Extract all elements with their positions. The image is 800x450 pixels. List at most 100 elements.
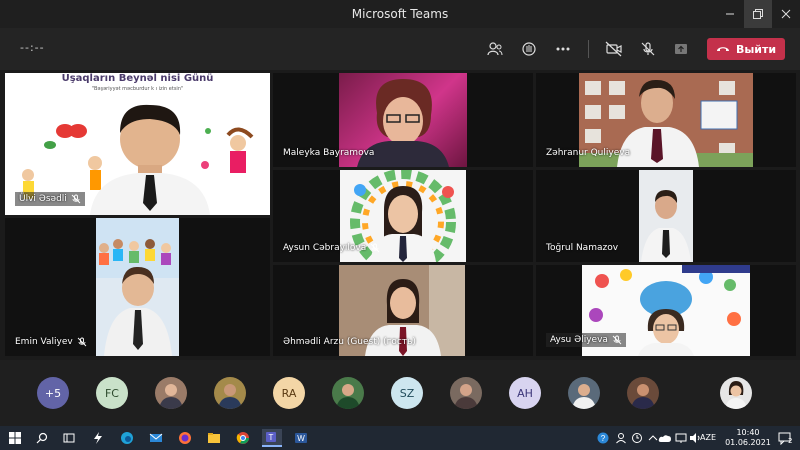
start-button[interactable]	[6, 429, 24, 447]
avatar[interactable]	[155, 377, 187, 409]
video-tile-togrul[interactable]: Toğrul Namazov	[536, 170, 796, 262]
camera-toggle-button[interactable]	[603, 38, 625, 60]
svg-text:T: T	[269, 433, 274, 442]
avatar-photo	[454, 384, 478, 409]
taskbar-app-firefox[interactable]	[176, 429, 194, 447]
avatar-photo	[572, 384, 596, 409]
taskbar-app-edge[interactable]	[118, 429, 136, 447]
meeting-toolbar: --:-- Выйти	[0, 28, 800, 70]
notification-button[interactable]: 2	[776, 429, 794, 447]
windows-icon	[9, 432, 21, 444]
video-tile-zahranur[interactable]: Zəhranur Quliyeva	[536, 73, 796, 167]
folder-icon	[208, 433, 220, 443]
avatar-initials: +5	[44, 386, 62, 400]
lightning-app-icon	[94, 432, 102, 444]
svg-text:W: W	[297, 434, 305, 443]
video-stage: Uşaqların Beynəl nisi Günü "Bəşəriyyət m…	[0, 70, 800, 360]
mic-off-icon	[641, 42, 655, 56]
share-button[interactable]	[670, 38, 692, 60]
more-icon	[556, 47, 570, 51]
participant-name: Zəhranur Quliyeva	[546, 148, 631, 158]
avatar-photo	[218, 384, 242, 409]
taskbar-app-chrome[interactable]	[234, 429, 252, 447]
task-view-icon	[63, 433, 75, 443]
people-icon	[487, 42, 503, 56]
clock-icon	[632, 433, 642, 443]
banner-title: Uşaqların Beynəl nisi Günü	[61, 73, 214, 84]
language-indicator[interactable]: AZE	[700, 433, 716, 442]
avatar-initials: AH	[517, 386, 533, 400]
avatar-overflow[interactable]: +5	[37, 377, 69, 409]
avatar[interactable]	[627, 377, 659, 409]
task-view-button[interactable]	[60, 429, 78, 447]
restore-icon	[753, 9, 763, 19]
minimize-icon	[726, 13, 734, 15]
search-button[interactable]	[33, 429, 51, 447]
mail-icon	[149, 433, 163, 442]
participant-name: Emin Valiyev	[15, 337, 73, 347]
avatar-photo	[631, 384, 655, 409]
participant-name-tag: Zəhranur Quliyeva	[546, 148, 630, 158]
reactions-button[interactable]	[518, 38, 540, 60]
word-icon: W	[295, 433, 307, 443]
taskbar-app[interactable]	[89, 429, 107, 447]
mic-off-icon	[77, 337, 87, 347]
edge-icon	[121, 432, 133, 444]
mic-off-icon	[370, 243, 380, 253]
avatar[interactable]	[332, 377, 364, 409]
mic-toggle-button[interactable]	[637, 38, 659, 60]
system-clock[interactable]: 10:40 01.06.2021	[724, 428, 772, 448]
avatar[interactable]: SZ	[391, 377, 423, 409]
search-icon	[36, 432, 48, 444]
participant-name-tag: Aysu Əliyeva	[546, 333, 626, 347]
taskbar-app-word[interactable]: W	[292, 429, 310, 447]
avatar[interactable]: FC	[96, 377, 128, 409]
participants-button[interactable]	[484, 38, 506, 60]
participant-name: Aysun Cəbrayılova	[283, 243, 367, 253]
camera-off-icon	[605, 41, 622, 57]
avatar[interactable]	[720, 377, 752, 409]
avatar-initials: FC	[104, 386, 119, 400]
tray-help[interactable]: ?	[594, 429, 612, 447]
video-tile-aysu[interactable]: Aysu Əliyeva	[536, 265, 796, 356]
notification-count: 2	[788, 437, 793, 445]
close-icon	[781, 9, 791, 19]
participant-name-tag: Aysun Cəbrayılova	[283, 243, 380, 253]
people-icon	[616, 433, 626, 444]
avatar[interactable]	[568, 377, 600, 409]
video-tile-maleyka[interactable]: Maleyka Bayramova	[273, 73, 533, 167]
leave-button[interactable]: Выйти	[707, 38, 785, 60]
avatar-initials: SZ	[399, 386, 415, 400]
taskbar: T W ? AZE 10:40 01.06.2021 2	[0, 426, 800, 450]
avatar[interactable]: RA	[273, 377, 305, 409]
participant-name-tag: Əhmədli Arzu (Guest) (гость)	[283, 337, 416, 347]
participant-name: Maleyka Bayramova	[283, 148, 375, 158]
taskbar-app-mail[interactable]	[147, 429, 165, 447]
window-title: Microsoft Teams	[351, 7, 449, 21]
participant-name-tag: Ülvi Əsədli	[15, 192, 85, 206]
clock-time: 10:40	[736, 428, 760, 437]
participant-name-tag: Toğrul Namazov	[546, 243, 618, 253]
restore-button[interactable]	[744, 0, 772, 28]
video-tile-aysun[interactable]: Aysun Cəbrayılova	[273, 170, 533, 262]
video-frame-image	[641, 190, 691, 262]
more-actions-button[interactable]	[552, 38, 574, 60]
video-tile-emin[interactable]: Emin Valiyev	[5, 218, 270, 356]
avatar[interactable]	[450, 377, 482, 409]
taskbar-app-teams[interactable]: T	[262, 429, 282, 447]
mic-off-icon	[71, 194, 81, 204]
participant-name-tag: Emin Valiyev	[15, 337, 87, 347]
firefox-icon	[179, 432, 191, 444]
minimize-button[interactable]	[716, 0, 744, 28]
taskbar-app-explorer[interactable]	[205, 429, 223, 447]
video-tile-ulvi[interactable]: Uşaqların Beynəl nisi Günü "Bəşəriyyət m…	[5, 73, 270, 215]
avatar[interactable]	[214, 377, 246, 409]
video-tile-ahmadli[interactable]: Əhmədli Arzu (Guest) (гость)	[273, 265, 533, 356]
raise-hand-icon	[522, 42, 536, 56]
close-button[interactable]	[772, 0, 800, 28]
participant-name: Əhmədli Arzu (Guest) (гость)	[283, 337, 416, 347]
hang-up-icon	[716, 47, 729, 51]
clock-date: 01.06.2021	[725, 438, 771, 447]
avatar[interactable]: AH	[509, 377, 541, 409]
mic-off-icon	[612, 335, 622, 345]
